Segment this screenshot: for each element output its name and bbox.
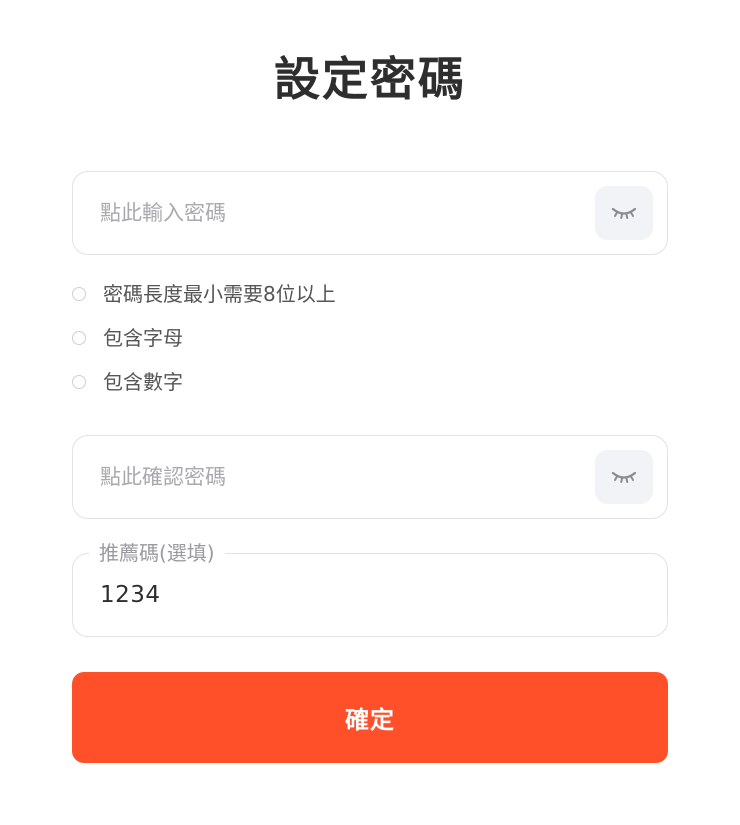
page-title: 設定密碼 [274, 52, 466, 106]
rule-item-number: 包含數字 [72, 360, 668, 404]
confirm-password-field [72, 435, 668, 519]
rule-status-circle [72, 331, 86, 345]
eye-closed-icon [611, 207, 637, 219]
rule-label: 包含數字 [103, 370, 183, 394]
confirm-password-input[interactable] [100, 436, 580, 518]
password-input[interactable] [100, 172, 580, 254]
eye-closed-icon [611, 471, 637, 483]
rule-item-letter: 包含字母 [72, 316, 668, 360]
password-visibility-toggle[interactable] [595, 186, 653, 240]
confirm-button[interactable]: 確定 [72, 672, 668, 763]
password-field [72, 171, 668, 255]
confirm-password-visibility-toggle[interactable] [595, 450, 653, 504]
referral-code-field: 推薦碼(選填) [72, 540, 668, 637]
password-rules-list: 密碼長度最小需要8位以上 包含字母 包含數字 [72, 272, 668, 404]
rule-label: 包含字母 [103, 326, 183, 350]
rule-label: 密碼長度最小需要8位以上 [103, 282, 336, 306]
rule-item-length: 密碼長度最小需要8位以上 [72, 272, 668, 316]
rule-status-circle [72, 287, 86, 301]
rule-status-circle [72, 375, 86, 389]
referral-code-input[interactable] [100, 554, 580, 636]
